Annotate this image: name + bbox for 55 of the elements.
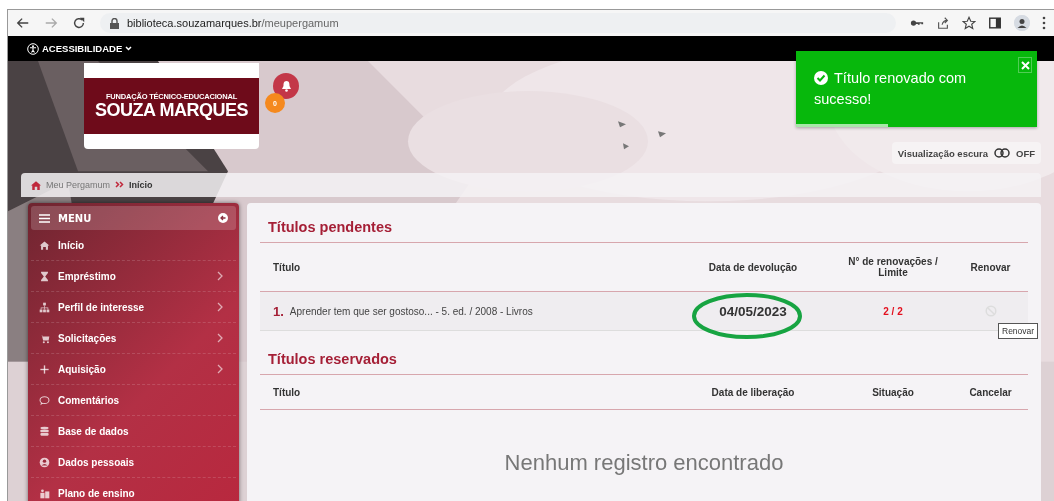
hourglass-icon: [39, 270, 50, 282]
share-icon[interactable]: [936, 16, 950, 30]
sitemap-icon: [39, 301, 50, 313]
menu-item[interactable]: Início: [31, 230, 236, 261]
column-header: Título: [272, 386, 302, 398]
star-icon[interactable]: [962, 16, 976, 30]
dark-mode-toggle[interactable]: Visualização escura OFF: [891, 142, 1041, 164]
section-title: Títulos pendentes: [260, 217, 1028, 243]
menu-item[interactable]: Aquisição: [31, 354, 236, 385]
column-header: Título: [272, 261, 302, 273]
menu-item[interactable]: Empréstimo: [31, 261, 236, 292]
breadcrumb-item: Início: [129, 180, 153, 190]
column-header: Data de liberação: [710, 386, 796, 398]
caret-icon: [125, 46, 133, 51]
more-icon[interactable]: [1042, 16, 1046, 30]
home-icon: [31, 180, 41, 190]
title-cell[interactable]: Aprender tem que ser gostoso... - 5. ed. / 2008 - Livros: [289, 305, 533, 317]
side-panel-icon[interactable]: [988, 16, 1002, 30]
menu-item[interactable]: Solicitações: [31, 323, 236, 354]
menu-header[interactable]: MENU: [31, 206, 236, 230]
menu-item[interactable]: Base de dados: [31, 416, 236, 447]
menu-item[interactable]: Comentários: [31, 385, 236, 416]
column-header: Cancelar: [968, 386, 1013, 398]
comment-icon: [39, 394, 50, 406]
accessibility-icon: [27, 42, 39, 55]
column-header: Situação: [871, 386, 915, 398]
close-button[interactable]: [1018, 57, 1032, 73]
toast-message: Título renovado com sucesso!: [814, 69, 968, 109]
section-title: Títulos reservados: [260, 349, 1028, 375]
column-header: Renovar: [969, 261, 1012, 273]
due-date: 04/05/2023: [719, 303, 787, 319]
collapse-icon[interactable]: [218, 213, 228, 223]
accessibility-menu[interactable]: ACESSIBILIDADE: [27, 42, 133, 55]
tooltip: Renovar: [998, 323, 1039, 339]
reload-icon[interactable]: [72, 16, 86, 30]
teacher-icon: [39, 487, 50, 499]
menu-item[interactable]: Dados pessoais: [31, 447, 236, 478]
user-icon: [39, 456, 50, 468]
check-icon: [814, 71, 828, 85]
toggle-icon: [994, 148, 1010, 158]
column-header: Data de devolução: [707, 261, 799, 273]
home-icon: [39, 239, 50, 251]
menu-icon: [39, 213, 50, 223]
menu-item[interactable]: Plano de ensino: [31, 478, 236, 501]
address-bar[interactable]: biblioteca.souzamarques.br/meupergamum: [100, 13, 896, 33]
column-header: N° de renovações / Limite: [847, 256, 939, 278]
database-icon: [39, 425, 50, 437]
back-icon[interactable]: [16, 16, 30, 30]
empty-message: Nenhum registro encontrado: [503, 449, 785, 476]
lock-icon: [110, 17, 119, 29]
menu-item[interactable]: Perfil de interesse: [31, 292, 236, 323]
plus-icon: [39, 363, 50, 375]
renewal-count: 2 / 2: [882, 305, 904, 317]
separator-icon: [115, 180, 125, 190]
row-number: 1.: [273, 303, 284, 319]
